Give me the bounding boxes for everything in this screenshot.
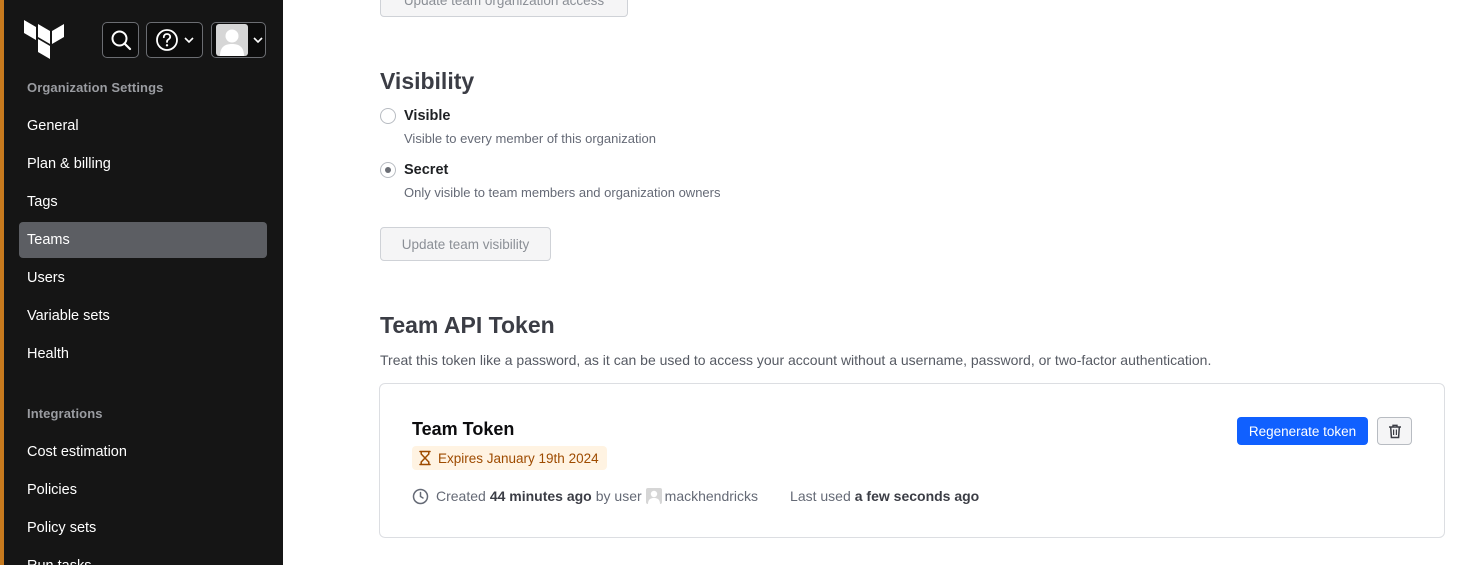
radio-secret[interactable] — [380, 162, 396, 178]
sidebar-item-health[interactable]: Health — [19, 336, 267, 372]
token-meta: Created 44 minutes ago by user mackhendr… — [412, 486, 979, 506]
regenerate-token-button[interactable]: Regenerate token — [1237, 417, 1368, 445]
avatar — [215, 24, 248, 56]
radio-visible-description: Visible to every member of this organiza… — [404, 131, 656, 146]
main-content: Update team organization access Visibili… — [283, 0, 1483, 565]
delete-token-button[interactable] — [1377, 417, 1412, 445]
token-card: Team Token Expires January 19th 2024 Cre… — [379, 383, 1445, 538]
sidebar-item-general[interactable]: General — [19, 108, 267, 144]
search-icon — [111, 30, 131, 51]
last-used-label: Last used — [790, 488, 851, 504]
visibility-heading: Visibility — [380, 68, 475, 94]
radio-visible[interactable] — [380, 108, 396, 124]
user-avatar-small — [645, 488, 662, 504]
sidebar: Organization Settings General Plan & bil… — [4, 0, 283, 565]
terraform-logo-icon[interactable] — [24, 20, 64, 60]
radio-secret-description: Only visible to team members and organiz… — [404, 185, 721, 200]
expires-text: Expires January 19th 2024 — [438, 450, 599, 466]
last-used-time: a few seconds ago — [854, 488, 980, 504]
nav-section-heading: Integrations — [27, 406, 103, 421]
token-description: Treat this token like a password, as it … — [380, 352, 1212, 368]
search-button[interactable] — [102, 22, 139, 58]
created-time: 44 minutes ago — [489, 488, 592, 504]
chevron-down-icon — [252, 37, 263, 44]
sidebar-item-run-tasks[interactable]: Run tasks — [19, 548, 267, 565]
help-icon — [155, 29, 178, 51]
hourglass-icon — [419, 450, 431, 466]
update-visibility-button[interactable]: Update team visibility — [380, 227, 551, 261]
sidebar-item-policy-sets[interactable]: Policy sets — [19, 510, 267, 546]
sidebar-item-variable-sets[interactable]: Variable sets — [19, 298, 267, 334]
by-user-label: by user — [595, 488, 642, 504]
update-access-button[interactable]: Update team organization access — [380, 0, 628, 17]
token-heading: Team API Token — [380, 312, 555, 338]
clock-icon — [412, 488, 429, 504]
token-card-title: Team Token — [412, 419, 515, 439]
sidebar-item-users[interactable]: Users — [19, 260, 267, 296]
user-menu-button[interactable] — [211, 22, 266, 58]
radio-visible-label[interactable]: Visible — [404, 108, 450, 124]
sidebar-item-cost-estimation[interactable]: Cost estimation — [19, 434, 267, 470]
sidebar-item-teams[interactable]: Teams — [19, 222, 267, 258]
created-label: Created — [436, 488, 486, 504]
nav-section-heading: Organization Settings — [27, 80, 164, 95]
sidebar-item-plan-billing[interactable]: Plan & billing — [19, 146, 267, 182]
sidebar-item-tags[interactable]: Tags — [19, 184, 267, 220]
chevron-down-icon — [183, 37, 194, 44]
help-menu-button[interactable] — [146, 22, 203, 58]
username[interactable]: mackhendricks — [665, 488, 758, 504]
expires-badge: Expires January 19th 2024 — [412, 446, 607, 470]
radio-secret-label[interactable]: Secret — [404, 162, 448, 178]
sidebar-item-policies[interactable]: Policies — [19, 472, 267, 508]
trash-icon — [1388, 424, 1401, 438]
